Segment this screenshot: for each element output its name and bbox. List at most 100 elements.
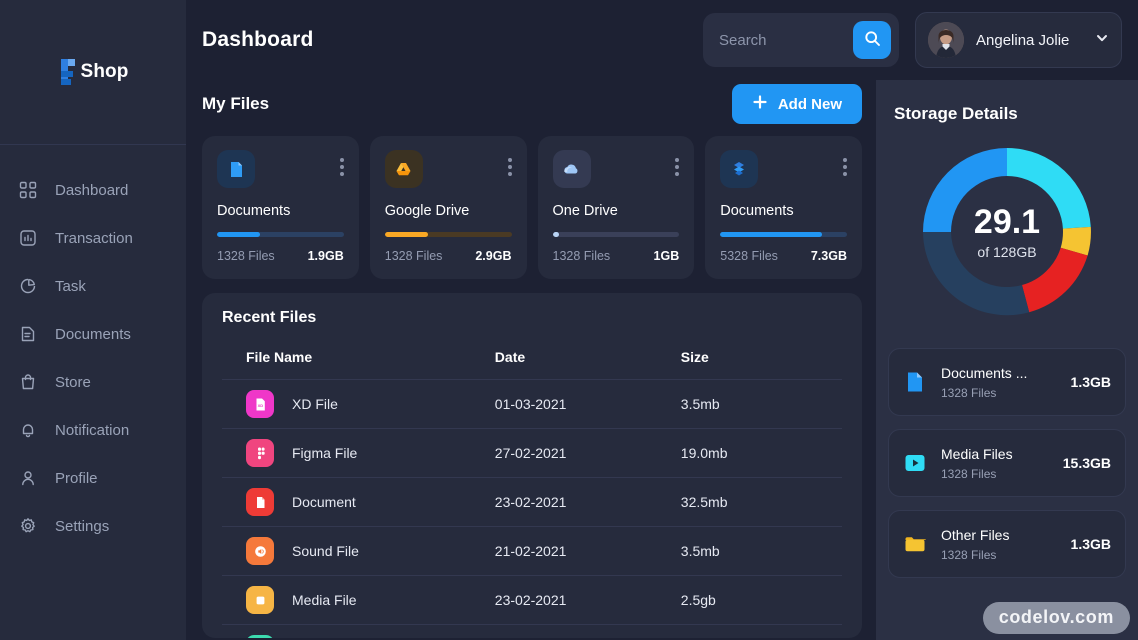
storage-list: Documents ... 1328 Files 1.3GB Media Fil… (876, 330, 1138, 578)
file-date: 27-02-2021 (494, 428, 681, 478)
file-card-size: 1.9GB (307, 249, 344, 263)
watermark: codelov.com (982, 602, 1130, 634)
file-icon (217, 150, 255, 188)
sidebar-item-store[interactable]: Store (0, 358, 186, 406)
sidebar-item-label: Task (55, 277, 86, 295)
file-card-dropbox[interactable]: Documents 5328 Files 7.3GB (705, 136, 862, 279)
chevron-down-icon[interactable] (1095, 31, 1109, 50)
avatar (928, 22, 964, 58)
storage-item-size: 15.3GB (1062, 455, 1111, 471)
sidebar-item-label: Store (55, 373, 91, 391)
storage-total-label: of 128GB (977, 243, 1037, 260)
brand-mark-icon (58, 57, 80, 87)
file-name: Media File (292, 592, 357, 608)
sound-file-icon (246, 537, 274, 565)
gear-icon (18, 516, 38, 536)
file-date: 21-02-2021 (494, 526, 681, 576)
table-row[interactable]: Figma File 27-02-2021 19.0mb (222, 428, 842, 478)
storage-item-other-files[interactable]: Other Files 1328 Files 1.3GB (888, 510, 1126, 578)
grid-icon (18, 180, 38, 200)
more-vertical-icon[interactable] (675, 150, 680, 176)
file-card-name: Google Drive (384, 203, 470, 219)
play-icon (903, 451, 927, 475)
more-vertical-icon[interactable] (507, 150, 512, 176)
user-name: Angelina Jolie (976, 31, 1070, 49)
recent-files-panel: Recent Files File Name Date Size XD XD F… (202, 293, 862, 638)
sidebar-item-label: Notification (55, 421, 130, 439)
table-row[interactable] (222, 624, 842, 638)
content: My Files Add New Documents 1328 Files 1.… (186, 80, 1138, 640)
storage-item-count: 1328 Files (941, 466, 997, 481)
storage-item-name: Media Files (941, 445, 1013, 462)
sidebar-item-profile[interactable]: Profile (0, 454, 186, 502)
dashboard-app: Shop Dashboard Transaction Task Document… (0, 0, 1138, 640)
column-header-size: Size (680, 349, 709, 365)
file-card-google-drive[interactable]: Google Drive 1328 Files 2.9GB (369, 136, 527, 279)
more-vertical-icon[interactable] (843, 150, 847, 176)
my-files-title: My Files (202, 94, 270, 113)
storage-item-count: 1328 Files (941, 547, 997, 562)
sidebar-divider (0, 144, 186, 145)
storage-progress-bar (217, 232, 344, 237)
storage-donut-chart: 29.1 of 128GB (876, 134, 1138, 330)
media-file-icon (246, 586, 274, 614)
topbar: Dashboard Search Angelina Jolie (186, 0, 1138, 80)
sidebar-item-label: Settings (55, 517, 110, 535)
sidebar: Shop Dashboard Transaction Task Document… (0, 0, 186, 640)
storage-item-documents[interactable]: Documents ... 1328 Files 1.3GB (888, 348, 1126, 416)
figma-file-icon (246, 439, 274, 467)
bag-icon (18, 372, 38, 392)
file-size (680, 624, 842, 638)
recent-files-table: File Name Date Size XD XD File 01-03-202… (222, 327, 842, 638)
search-input[interactable] (719, 31, 853, 49)
sidebar-item-task[interactable]: Task (0, 262, 186, 310)
sidebar-item-documents[interactable]: Documents (0, 310, 186, 358)
storage-item-name: Documents ... (941, 364, 1028, 381)
more-vertical-icon[interactable] (339, 150, 344, 176)
storage-progress-bar (720, 232, 847, 237)
file-card-one-drive[interactable]: One Drive 1328 Files 1GB (537, 136, 695, 279)
file-date: 01-03-2021 (494, 379, 681, 429)
file-icon (903, 370, 927, 394)
other-file-icon (246, 635, 274, 638)
file-size: 3.5mb (680, 526, 842, 576)
file-card-count: 1328 Files (384, 249, 443, 263)
file-name: Sound File (292, 543, 359, 559)
table-row[interactable]: Media File 23-02-2021 2.5gb (222, 575, 842, 625)
storage-details-title: Storage Details (894, 104, 1018, 123)
file-card-documents[interactable]: Documents 1328 Files 1.9GB (202, 136, 359, 279)
sidebar-item-notification[interactable]: Notification (0, 406, 186, 454)
table-row[interactable]: Sound File 21-02-2021 3.5mb (222, 526, 842, 576)
pie-chart-icon (18, 276, 38, 296)
storage-progress-bar (552, 232, 680, 237)
topbar-right: Angelina Jolie (703, 12, 1122, 68)
user-menu[interactable]: Angelina Jolie (915, 12, 1122, 68)
file-card-name: Documents (217, 203, 291, 219)
file-size: 19.0mb (680, 428, 842, 478)
sidebar-item-label: Profile (55, 469, 98, 487)
table-row[interactable]: XD XD File 01-03-2021 3.5mb (222, 379, 842, 429)
my-files-header: My Files Add New (202, 80, 862, 128)
bell-icon (18, 420, 38, 440)
file-card-count: 1328 Files (217, 249, 275, 263)
recent-files-title: Recent Files (222, 309, 317, 326)
sidebar-item-dashboard[interactable]: Dashboard (0, 166, 186, 214)
file-name: Document (292, 494, 356, 510)
storage-item-size: 1.3GB (1070, 374, 1111, 390)
onedrive-cloud-icon (552, 150, 591, 188)
file-date (494, 624, 681, 638)
sidebar-item-transaction[interactable]: Transaction (0, 214, 186, 262)
user-icon (18, 468, 38, 488)
table-row[interactable]: Document 23-02-2021 32.5mb (222, 477, 842, 527)
add-new-button[interactable]: Add New (731, 84, 862, 124)
search-icon (864, 30, 881, 50)
file-card-count: 1328 Files (552, 249, 611, 263)
google-drive-icon (384, 150, 423, 188)
plus-icon (752, 94, 768, 114)
file-size: 2.5gb (680, 575, 842, 625)
search-button[interactable] (853, 21, 891, 59)
sidebar-item-settings[interactable]: Settings (0, 502, 186, 550)
page-title: Dashboard (202, 28, 314, 51)
xd-file-icon: XD (246, 390, 274, 418)
storage-item-media-files[interactable]: Media Files 1328 Files 15.3GB (888, 429, 1126, 497)
